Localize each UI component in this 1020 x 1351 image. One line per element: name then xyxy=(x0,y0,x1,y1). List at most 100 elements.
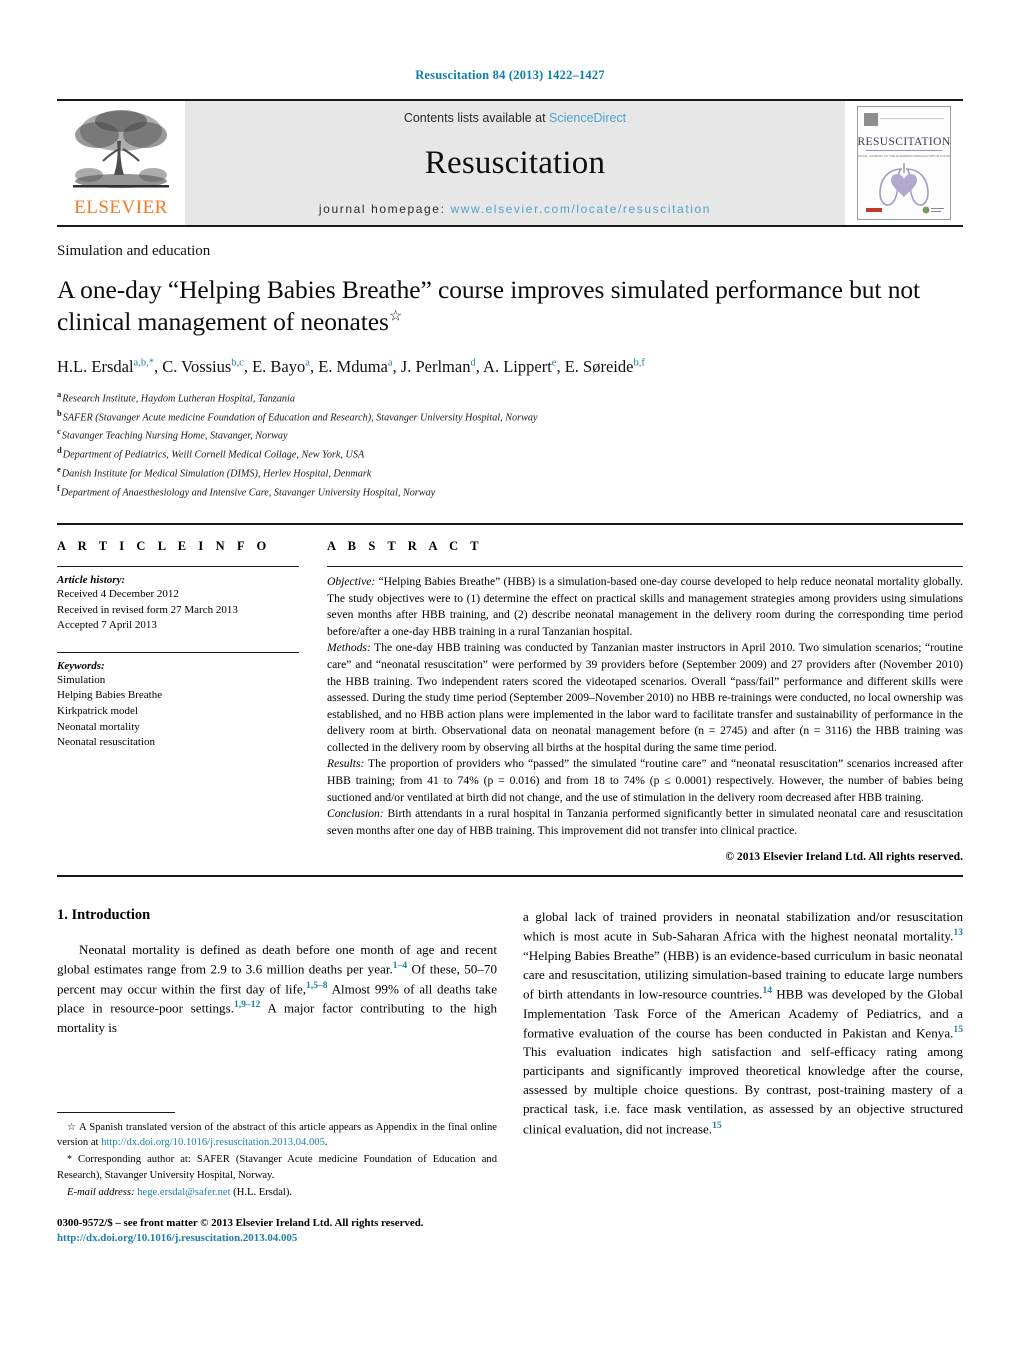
article-page: Resuscitation 84 (2013) 1422–1427 ELSEVI… xyxy=(0,0,1020,1351)
footnote-email: E-mail address: hege.ersdal@safer.net (H… xyxy=(57,1185,497,1200)
paragraph-text: This evaluation indicates high satisfact… xyxy=(523,1044,963,1136)
abstract-copyright: © 2013 Elsevier Ireland Ltd. All rights … xyxy=(725,850,963,864)
footnote-doi-link[interactable]: http://dx.doi.org/10.1016/j.resuscitatio… xyxy=(101,1137,325,1148)
affiliation-item: cStavanger Teaching Nursing Home, Stavan… xyxy=(57,425,963,444)
divider xyxy=(327,566,963,568)
keyword-item: Neonatal resuscitation xyxy=(57,736,156,749)
homepage-url-link[interactable]: www.elsevier.com/locate/resuscitation xyxy=(450,202,711,216)
abstract-methods: Methods: The one-day HBB training was co… xyxy=(327,640,963,756)
issn-block: 0300-9572/$ – see front matter © 2013 El… xyxy=(57,1216,497,1248)
citation-ref[interactable]: 1–4 xyxy=(393,960,407,971)
keywords-label: Keywords: xyxy=(57,659,105,672)
keyword-item: Kirkpatrick model xyxy=(57,705,138,718)
citation-ref[interactable]: 15 xyxy=(712,1120,722,1131)
affiliation-list: aResearch Institute, Haydom Lutheran Hos… xyxy=(57,388,963,501)
email-link[interactable]: hege.ersdal@safer.net xyxy=(137,1187,230,1198)
cover-artwork-icon: RESUSCITATION OFFICIAL JOURNAL OF THE EU… xyxy=(858,107,950,219)
running-head: Resuscitation 84 (2013) 1422–1427 xyxy=(415,68,605,82)
abstract-methods-text: The one-day HBB training was conducted b… xyxy=(327,641,963,754)
journal-cover-block: RESUSCITATION OFFICIAL JOURNAL OF THE EU… xyxy=(845,101,963,225)
citation-ref[interactable]: 15 xyxy=(953,1024,963,1035)
affiliation-item: eDanish Institute for Medical Simulation… xyxy=(57,463,963,482)
abstract-bottom-rule xyxy=(57,875,963,878)
introduction-paragraph-right: a global lack of trained providers in ne… xyxy=(523,907,963,1138)
article-history-item: Received in revised form 27 March 2013 xyxy=(57,603,238,616)
keyword-item: Helping Babies Breathe xyxy=(57,689,163,702)
abstract-conclusion: Conclusion: Birth attendants in a rural … xyxy=(327,806,963,839)
abstract-objective-label: Objective: xyxy=(327,575,376,589)
abstract-conclusion-text: Birth attendants in a rural hospital in … xyxy=(327,807,963,837)
masthead-center: Contents lists available at ScienceDirec… xyxy=(185,101,845,225)
keyword-item: Neonatal mortality xyxy=(57,720,140,733)
article-section-kicker: Simulation and education xyxy=(57,243,211,259)
abstract-conclusion-label: Conclusion: xyxy=(327,807,384,821)
affiliation-mark: f xyxy=(57,483,60,494)
affiliation-text: SAFER (Stavanger Acute medicine Foundati… xyxy=(62,411,538,423)
affiliation-mark: a xyxy=(57,388,62,399)
title-text: A one-day “Helping Babies Breathe” cours… xyxy=(57,275,920,337)
affiliation-text: Department of Anaesthesiology and Intens… xyxy=(60,487,436,499)
info-abstract-row: A R T I C L E I N F O Article history: R… xyxy=(57,523,963,863)
email-address-label: E-mail address: xyxy=(67,1186,135,1198)
elsevier-tree-icon xyxy=(73,110,169,188)
affiliation-mark: b xyxy=(57,407,62,418)
abstract-results-text: The proportion of providers who “passed”… xyxy=(327,757,963,804)
author-list: H.L. Ersdala,b,*, C. Vossiusb,c, E. Bayo… xyxy=(57,357,645,377)
introduction-paragraph-left: Neonatal mortality is defined as death b… xyxy=(57,940,497,1037)
title-block: Simulation and education A one-day “Help… xyxy=(57,243,963,501)
affiliation-mark: d xyxy=(57,445,62,456)
homepage-prefix: journal homepage: xyxy=(318,202,451,216)
contents-prefix: Contents lists available at xyxy=(403,111,550,125)
affiliation-text: Stavanger Teaching Nursing Home, Stavang… xyxy=(61,430,288,442)
citation-ref[interactable]: 14 xyxy=(762,985,772,996)
keyword-item: Simulation xyxy=(57,673,106,686)
introduction-heading: 1. Introduction xyxy=(57,907,151,924)
affiliation-item: dDepartment of Pediatrics, Weill Cornell… xyxy=(57,444,963,463)
article-history-item: Received 4 December 2012 xyxy=(57,588,179,601)
journal-homepage-line: journal homepage: www.elsevier.com/locat… xyxy=(319,202,711,216)
affiliation-mark: c xyxy=(57,426,61,437)
abstract-methods-label: Methods: xyxy=(327,641,371,655)
affiliation-item: aResearch Institute, Haydom Lutheran Hos… xyxy=(57,388,963,407)
body-column-left: 1. Introduction Neonatal mortality is de… xyxy=(57,907,497,1247)
footnote-rule xyxy=(57,1112,175,1114)
journal-cover-thumbnail: RESUSCITATION OFFICIAL JOURNAL OF THE EU… xyxy=(857,106,951,220)
contents-available-line: Contents lists available at ScienceDirec… xyxy=(404,111,626,125)
citation-ref[interactable]: 1,9–12 xyxy=(234,999,260,1010)
abstract-column: A B S T R A C T Objective: “Helping Babi… xyxy=(327,539,963,863)
journal-masthead: ELSEVIER Contents lists available at Sci… xyxy=(57,99,963,227)
body-column-right: a global lack of trained providers in ne… xyxy=(523,907,963,1247)
affiliation-text: Department of Pediatrics, Weill Cornell … xyxy=(62,449,365,461)
citation-ref[interactable]: 13 xyxy=(953,927,963,938)
paragraph-text: a global lack of trained providers in ne… xyxy=(523,909,963,944)
affiliation-text: Danish Institute for Medical Simulation … xyxy=(61,468,372,480)
title-footnote-marker[interactable]: ☆ xyxy=(389,309,402,325)
footnote-text: . xyxy=(324,1137,328,1149)
abstract-results: Results: The proportion of providers who… xyxy=(327,756,963,806)
affiliation-item: fDepartment of Anaesthesiology and Inten… xyxy=(57,482,963,501)
article-doi-link[interactable]: http://dx.doi.org/10.1016/j.resuscitatio… xyxy=(57,1231,497,1247)
svg-text:RESUSCITATION: RESUSCITATION xyxy=(858,136,950,148)
affiliation-item: bSAFER (Stavanger Acute medicine Foundat… xyxy=(57,407,963,426)
affiliation-mark: e xyxy=(57,464,61,475)
body-columns: 1. Introduction Neonatal mortality is de… xyxy=(57,907,963,1247)
article-info-column: A R T I C L E I N F O Article history: R… xyxy=(57,539,299,863)
page-title: A one-day “Helping Babies Breathe” cours… xyxy=(57,274,963,338)
affiliation-text: Research Institute, Haydom Lutheran Hosp… xyxy=(62,393,295,405)
sciencedirect-link[interactable]: ScienceDirect xyxy=(549,111,626,125)
abstract-heading: A B S T R A C T xyxy=(327,539,484,554)
abstract-results-label: Results: xyxy=(327,757,365,771)
elsevier-wordmark: ELSEVIER xyxy=(74,197,168,218)
issn-front-matter: 0300-9572/$ – see front matter © 2013 El… xyxy=(57,1216,424,1229)
article-history-label: Article history: xyxy=(57,574,126,587)
footnote-spanish-appendix: ☆ A Spanish translated version of the ab… xyxy=(57,1120,497,1150)
citation-ref[interactable]: 1,5–8 xyxy=(306,980,328,991)
footnote-block: ☆ A Spanish translated version of the ab… xyxy=(57,1112,497,1247)
footnote-text: Corresponding author at: SAFER (Stavange… xyxy=(57,1154,497,1181)
article-info-heading: A R T I C L E I N F O xyxy=(57,539,271,554)
divider xyxy=(57,651,299,653)
divider xyxy=(57,566,299,568)
journal-title: Resuscitation xyxy=(424,145,606,181)
elsevier-logo: ELSEVIER xyxy=(57,101,185,225)
